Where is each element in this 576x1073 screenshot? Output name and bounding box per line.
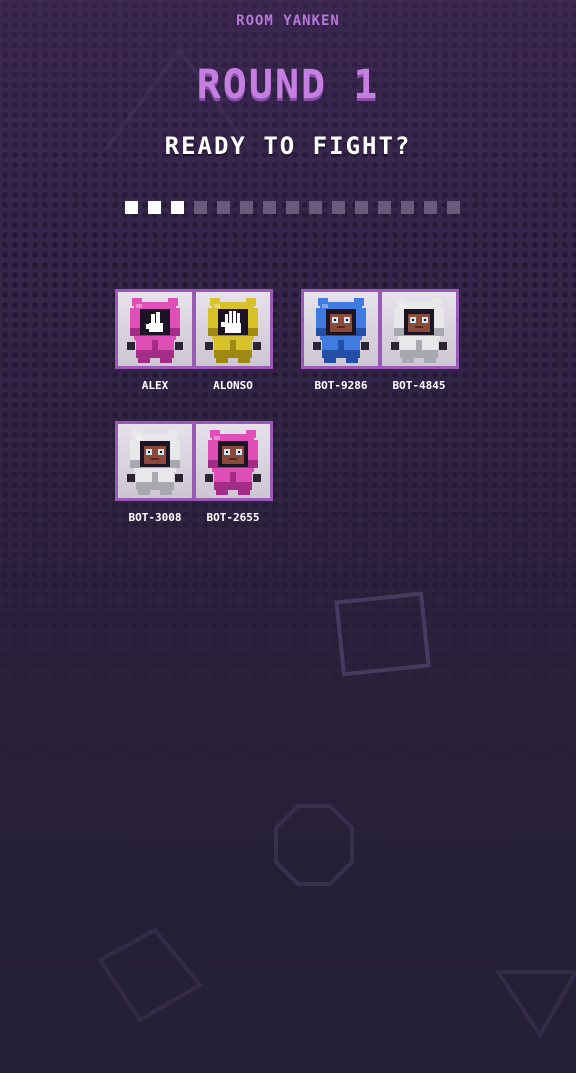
player-name: ALONSO	[213, 379, 253, 392]
progress-segment-filled	[171, 201, 184, 214]
background-shapes	[97, 46, 576, 1039]
hooded-character	[313, 298, 369, 363]
hooded-character	[391, 298, 447, 363]
progress-segment-filled	[148, 201, 161, 214]
hooded-character	[205, 298, 261, 363]
bot-face-icon	[330, 314, 352, 332]
player-name: BOT-2655	[206, 511, 260, 524]
dot-pattern-background	[0, 0, 576, 760]
player-avatar	[115, 421, 195, 501]
bg-square-shape	[334, 591, 431, 677]
player-card: ALONSO	[193, 289, 273, 392]
player-name: BOT-3008	[128, 511, 182, 524]
progress-segment-empty	[194, 201, 207, 214]
player-avatar	[193, 289, 273, 369]
team-3: BOT-3008 BOT-2655	[115, 421, 273, 524]
progress-segment-empty	[309, 201, 322, 214]
player-name: BOT-4845	[392, 379, 446, 392]
player-avatar	[301, 289, 381, 369]
countdown-progress-bar	[125, 201, 460, 214]
player-avatar	[379, 289, 459, 369]
progress-segment-filled	[125, 201, 138, 214]
progress-segment-empty	[286, 201, 299, 214]
bot-face-icon	[222, 446, 244, 464]
progress-segment-empty	[332, 201, 345, 214]
team-1: ALEX ALONSO	[115, 289, 273, 392]
player-card: BOT-4845	[379, 289, 459, 392]
hooded-character	[127, 298, 183, 363]
hooded-character	[127, 430, 183, 495]
progress-segment-empty	[378, 201, 391, 214]
progress-segment-empty	[424, 201, 437, 214]
bg-diamond-shape	[97, 927, 204, 1023]
ready-prompt: READY TO FIGHT?	[164, 132, 412, 160]
bot-face-icon	[408, 314, 430, 332]
progress-segment-empty	[263, 201, 276, 214]
player-card: BOT-9286	[301, 289, 381, 392]
round-title: ROUND 1	[196, 62, 380, 108]
player-name: BOT-9286	[314, 379, 368, 392]
player-avatar	[193, 421, 273, 501]
progress-segment-empty	[217, 201, 230, 214]
progress-segment-empty	[447, 201, 460, 214]
player-name: ALEX	[141, 379, 169, 392]
player-avatar	[115, 289, 195, 369]
bg-octagon-shape	[274, 804, 354, 886]
progress-segment-empty	[355, 201, 368, 214]
bot-face-icon	[144, 446, 166, 464]
progress-segment-empty	[401, 201, 414, 214]
bg-down-triangle-shape	[494, 970, 576, 1039]
player-card: BOT-3008	[115, 421, 195, 524]
player-card: BOT-2655	[193, 421, 273, 524]
progress-segment-empty	[240, 201, 253, 214]
team-2: BOT-9286 BOT-4845	[301, 289, 459, 392]
room-name: ROOM YANKEN	[236, 13, 340, 29]
hooded-character	[205, 430, 261, 495]
player-card: ALEX	[115, 289, 195, 392]
